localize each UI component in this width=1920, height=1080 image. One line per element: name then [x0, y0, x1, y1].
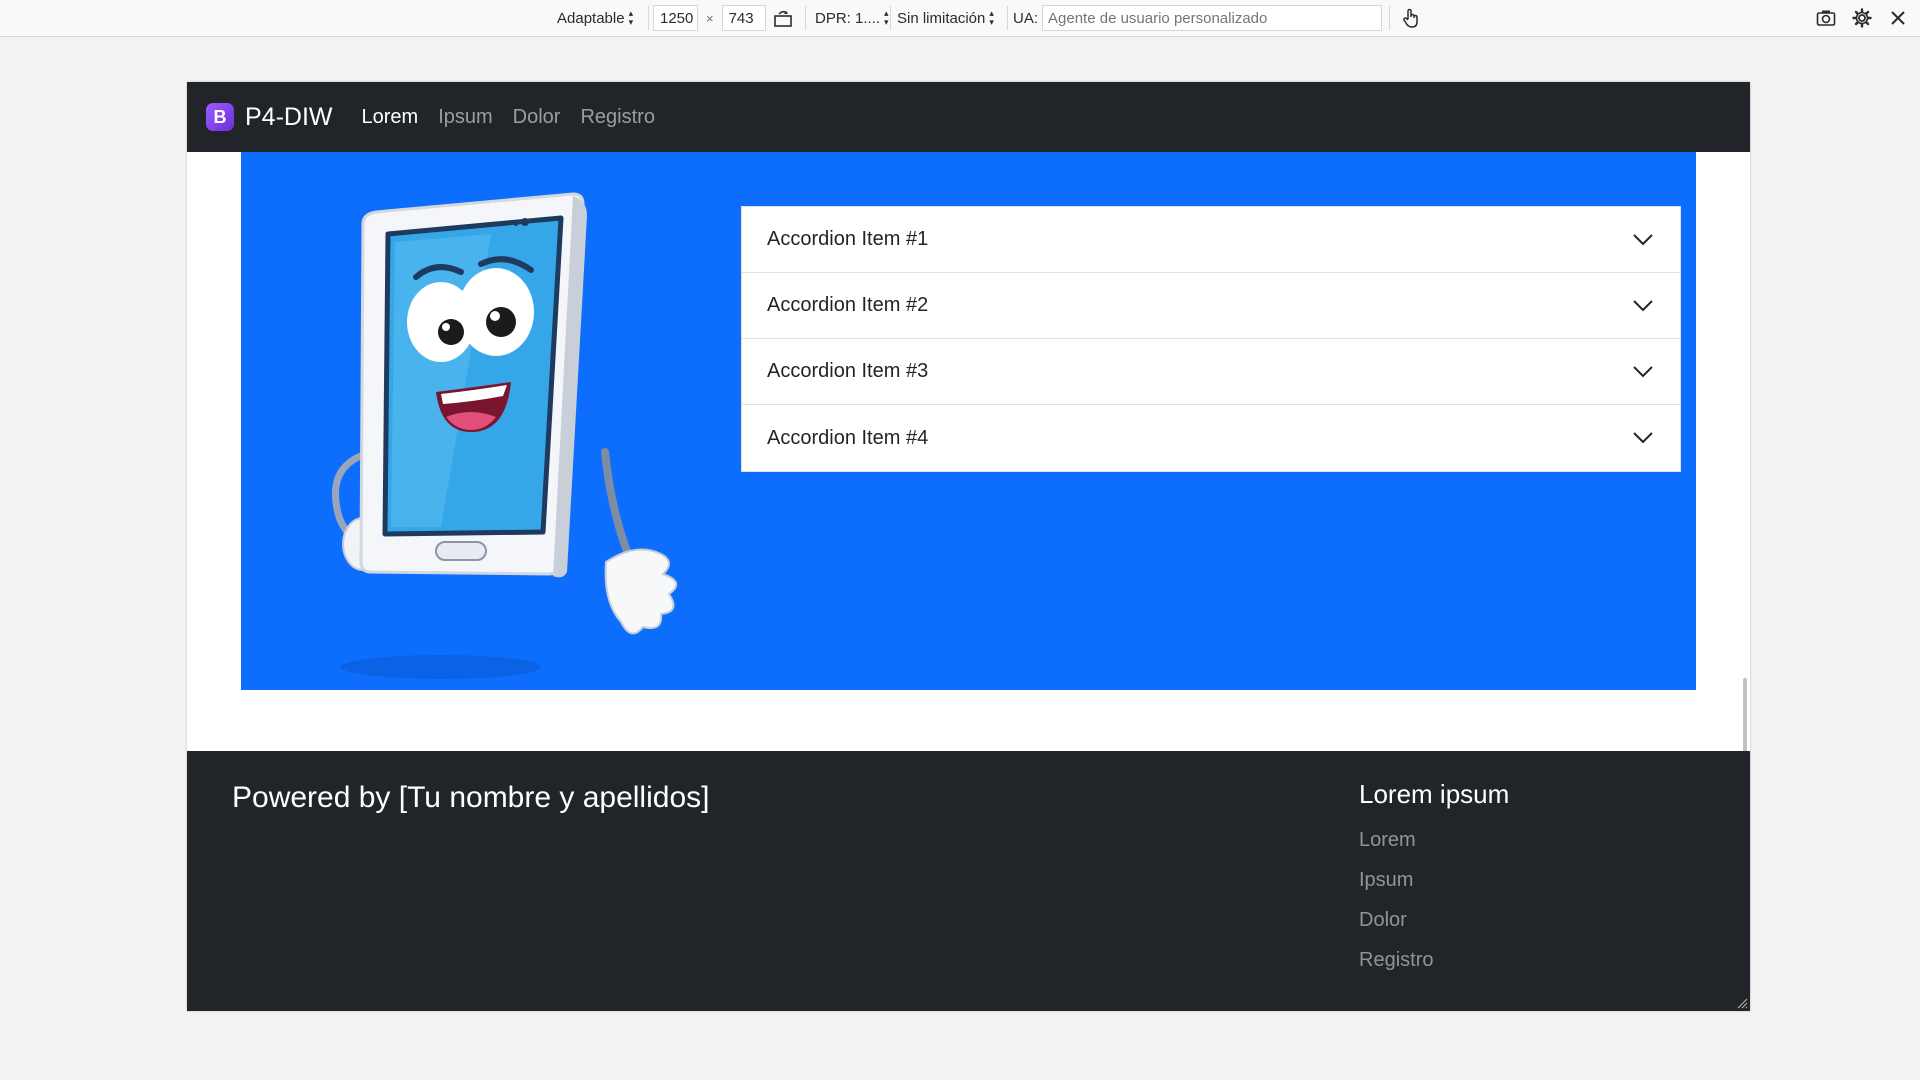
footer-link-lorem[interactable]: Lorem — [1359, 820, 1509, 860]
close-icon[interactable] — [1890, 0, 1906, 36]
device-selector-label: Adaptable — [557, 9, 625, 27]
footer-link-registro[interactable]: Registro — [1359, 940, 1509, 980]
nav-link-lorem[interactable]: Lorem — [362, 106, 419, 129]
user-agent-input[interactable] — [1042, 5, 1383, 31]
screenshot-icon[interactable] — [1816, 0, 1836, 36]
dpr-selector[interactable]: DPR: 1.... ▴ ▾ — [815, 0, 889, 36]
navbar-brand[interactable]: P4-DIW — [245, 103, 333, 132]
footer-title: Lorem ipsum — [1359, 779, 1510, 809]
settings-icon[interactable] — [1852, 0, 1872, 36]
rotate-icon[interactable] — [773, 0, 793, 36]
accordion-item-3[interactable]: Accordion Item #3 — [742, 339, 1680, 405]
accordion-item-label: Accordion Item #3 — [767, 360, 929, 382]
accordion: Accordion Item #1 Accordion Item #2 Acco… — [741, 206, 1681, 472]
toolbar-separator — [1389, 6, 1390, 30]
accordion-item-4[interactable]: Accordion Item #4 — [742, 405, 1680, 471]
bootstrap-logo-icon[interactable]: B — [206, 103, 234, 131]
toolbar-separator — [890, 6, 891, 30]
hero-section: Accordion Item #1 Accordion Item #2 Acco… — [241, 152, 1696, 690]
accordion-item-label: Accordion Item #1 — [767, 228, 929, 250]
chevron-down-icon — [1633, 432, 1653, 444]
accordion-item-1[interactable]: Accordion Item #1 — [742, 207, 1680, 273]
nav-link-ipsum[interactable]: Ipsum — [438, 106, 492, 129]
responsive-toolbar: Adaptable ▴ ▾ 1250 × 743 DPR: 1.... ▴ ▾ Si… — [0, 0, 1920, 37]
footer-link-ipsum[interactable]: Ipsum — [1359, 860, 1509, 900]
dimension-times: × — [706, 10, 714, 26]
toolbar-separator — [648, 6, 649, 30]
touch-icon[interactable] — [1401, 0, 1421, 36]
ua-label: UA: — [1013, 9, 1039, 27]
accordion-item-label: Accordion Item #2 — [767, 294, 929, 316]
updown-caret-icon: ▴ ▾ — [989, 8, 994, 27]
updown-caret-icon: ▴ ▾ — [884, 8, 889, 27]
footer-link-dolor[interactable]: Dolor — [1359, 900, 1509, 940]
phone-mascot-illustration — [331, 192, 678, 679]
footer-links-column: Lorem ipsum Lorem Ipsum Dolor Registro — [1359, 779, 1509, 980]
viewport-height-input[interactable]: 743 — [721, 5, 766, 31]
chevron-down-icon — [1633, 233, 1653, 245]
powered-by-text: Powered by [Tu nombre y apellidos] — [232, 781, 710, 814]
page-footer: Powered by [Tu nombre y apellidos] Lorem… — [187, 751, 1750, 1011]
accordion-item-2[interactable]: Accordion Item #2 — [742, 273, 1680, 339]
toolbar-separator — [805, 6, 806, 30]
accordion-item-label: Accordion Item #4 — [767, 426, 929, 449]
resize-grip-icon[interactable] — [1736, 997, 1748, 1009]
page-viewport: B P4-DIW Lorem Ipsum Dolor Registro Acco… — [187, 82, 1750, 1011]
updown-caret-icon: ▴ ▾ — [628, 8, 634, 27]
chevron-down-icon — [1633, 365, 1653, 377]
device-selector[interactable]: Adaptable ▴ ▾ — [557, 0, 633, 36]
top-navbar: B P4-DIW Lorem Ipsum Dolor Registro — [187, 82, 1750, 152]
nav-link-dolor[interactable]: Dolor — [513, 106, 561, 129]
toolbar-separator — [1007, 6, 1008, 30]
dpr-selector-label: DPR: 1.... — [815, 9, 881, 27]
viewport-width-input[interactable]: 1250 — [653, 5, 698, 31]
chevron-down-icon — [1633, 299, 1653, 311]
throttling-selector[interactable]: Sin limitación ▴ ▾ — [897, 0, 994, 36]
nav-link-registro[interactable]: Registro — [580, 106, 654, 129]
throttling-selector-label: Sin limitación — [897, 9, 986, 27]
